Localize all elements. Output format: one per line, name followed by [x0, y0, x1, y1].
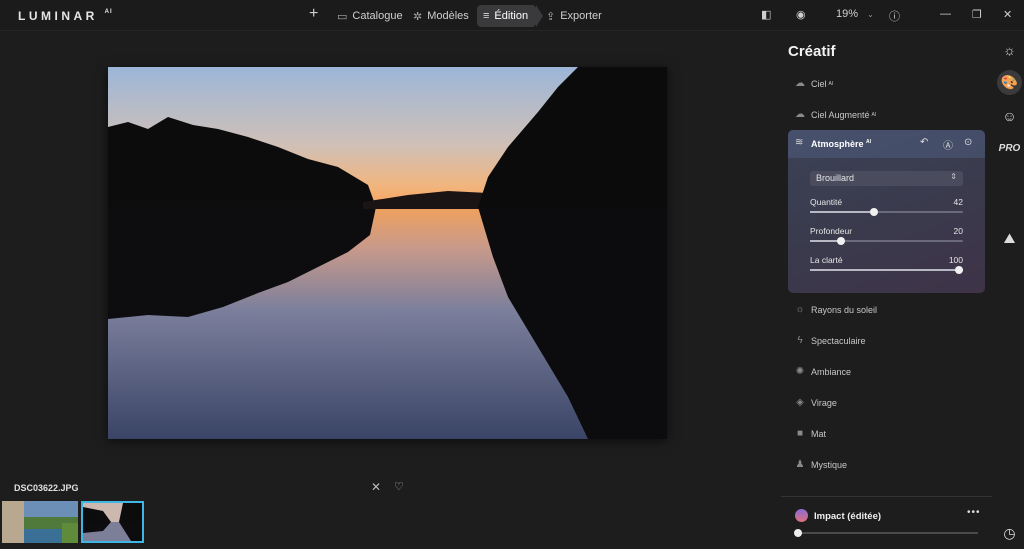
atmosphere-title: Atmosphère AI: [811, 139, 872, 149]
slider-track[interactable]: [810, 237, 963, 245]
slider-knob[interactable]: [836, 237, 845, 245]
tool-mystique[interactable]: ♟ Mystique: [794, 459, 848, 470]
pro-tools-icon[interactable]: PRO: [997, 136, 1022, 161]
filename-label: DSC03622.JPG: [14, 483, 79, 493]
slider-track[interactable]: [810, 208, 963, 216]
matte-icon: ■: [796, 428, 804, 439]
mask-icon[interactable]: Ⓐ: [943, 137, 953, 152]
slider-label: Profondeur: [810, 226, 853, 236]
lightning-icon: ϟ: [797, 335, 803, 346]
ai-badge: AI: [828, 80, 834, 87]
eye-icon[interactable]: ◉: [796, 8, 806, 21]
slider-value: 100: [948, 255, 963, 265]
slider-value: 42: [953, 197, 963, 207]
tool-mat[interactable]: ■ Mat: [794, 428, 826, 439]
tool-category-bar: ☼ 🎨 ☺ PRO ⛰ ◷: [995, 31, 1024, 549]
minimize-icon[interactable]: —: [940, 8, 951, 20]
catalogue-tab[interactable]: ▭ Catalogue: [337, 5, 403, 27]
top-bar: LUMINAR AI + ▭ Catalogue ✲ Modèles ≡ Édi…: [0, 0, 1024, 31]
export-icon: ⇪: [546, 10, 556, 23]
tool-label: Mat: [811, 428, 827, 439]
tool-ciel-augmente[interactable]: ☁ Ciel Augmenté AI: [794, 109, 876, 120]
tool-label: Ciel: [811, 78, 827, 89]
portrait-face-icon[interactable]: ☺: [997, 103, 1022, 128]
zoom-value: 19%: [836, 8, 859, 20]
pro-label: PRO: [998, 143, 1021, 154]
mystic-icon: ♟: [795, 459, 805, 470]
preset-slider-knob[interactable]: [794, 529, 802, 537]
slider-track[interactable]: [810, 266, 963, 274]
sliders-icon: ≡: [483, 10, 490, 22]
tool-label: Ambiance: [811, 366, 852, 377]
tool-label: Ciel Augmenté: [811, 109, 870, 120]
waves-icon: ≋: [795, 137, 804, 148]
paint-bucket-icon: ◈: [796, 397, 804, 408]
exporter-label: Exporter: [560, 10, 602, 22]
slider-knob[interactable]: [955, 266, 963, 274]
toggle-icon[interactable]: ⊙: [964, 137, 972, 148]
ambiance-icon: ✺: [795, 366, 805, 377]
masking-icon[interactable]: ⛰: [997, 226, 1022, 251]
more-options-icon[interactable]: •••: [967, 507, 981, 518]
cloud-mountain-icon: ☁: [795, 109, 805, 120]
chevron-updown-icon: ⇕: [950, 172, 957, 181]
modeles-label: Modèles: [427, 10, 469, 22]
main-photo[interactable]: [108, 67, 667, 439]
panel-divider: [781, 496, 992, 497]
slider-label: Quantité: [810, 197, 843, 207]
catalogue-label: Catalogue: [352, 10, 403, 22]
slider-fill: [810, 211, 875, 213]
history-clock-icon[interactable]: ◷: [997, 521, 1022, 546]
help-icon[interactable]: ⓘ: [889, 8, 900, 24]
ai-badge: AI: [871, 111, 877, 118]
atmosphere-type-select[interactable]: Brouillard ⇕: [810, 171, 963, 186]
folder-icon: ▭: [337, 10, 348, 23]
cloud-icon: ☁: [795, 78, 805, 89]
close-icon[interactable]: ✕: [1003, 8, 1012, 21]
slider-knob[interactable]: [870, 208, 879, 216]
tool-label: Mystique: [811, 459, 848, 470]
chevron-down-icon: ⌄: [867, 10, 874, 19]
tool-label: Spectaculaire: [811, 335, 866, 346]
preset-icon: [795, 509, 808, 522]
tool-ciel[interactable]: ☁ Ciel AI: [794, 78, 833, 89]
modeles-tab[interactable]: ✲ Modèles: [413, 5, 469, 27]
undo-icon[interactable]: ↶: [920, 137, 928, 148]
app-logo: LUMINAR AI: [18, 9, 113, 23]
atmosphere-card: ≋ Atmosphère AI ↶ Ⓐ ⊙ Brouillard ⇕ Quant…: [788, 130, 985, 293]
creative-panel: Créatif ☁ Ciel AI ☁ Ciel Augmenté AI ≋ Atm…: [781, 31, 992, 549]
preset-amount-slider[interactable]: [794, 529, 978, 537]
filmstrip-thumbnail[interactable]: [2, 501, 78, 543]
tool-virage[interactable]: ◈ Virage: [794, 397, 837, 408]
essentials-sun-icon[interactable]: ☼: [997, 37, 1022, 62]
add-photos-button[interactable]: +: [309, 5, 318, 23]
exporter-tab[interactable]: ⇪ Exporter: [546, 5, 602, 27]
tool-rayons-du-soleil[interactable]: ☼ Rayons du soleil: [794, 304, 877, 315]
creative-palette-icon[interactable]: 🎨: [997, 70, 1022, 95]
select-value: Brouillard: [816, 173, 855, 183]
tool-label: Rayons du soleil: [811, 304, 878, 315]
tool-ambiance[interactable]: ✺ Ambiance: [794, 366, 851, 377]
templates-icon: ✲: [413, 10, 423, 23]
tool-label: Virage: [811, 397, 837, 408]
edition-label: Édition: [494, 10, 529, 22]
sunrays-icon: ☼: [795, 304, 805, 315]
compare-icon[interactable]: ◧: [761, 8, 771, 21]
edition-tab[interactable]: ≡ Édition: [477, 5, 543, 27]
heart-icon[interactable]: ♡: [394, 480, 404, 493]
tool-spectaculaire[interactable]: ϟ Spectaculaire: [794, 335, 866, 346]
slider-value: 20: [953, 226, 963, 236]
slider-label: La clarté: [810, 255, 843, 265]
restore-icon[interactable]: ❐: [972, 8, 982, 21]
panel-title: Créatif: [788, 43, 836, 60]
filmstrip-thumbnail-selected[interactable]: [81, 501, 144, 543]
zoom-select[interactable]: 19% ⌄: [836, 8, 874, 20]
preset-name: Impact (éditée): [814, 511, 882, 522]
slider-fill: [810, 269, 963, 271]
reject-icon[interactable]: ✕: [371, 480, 381, 494]
